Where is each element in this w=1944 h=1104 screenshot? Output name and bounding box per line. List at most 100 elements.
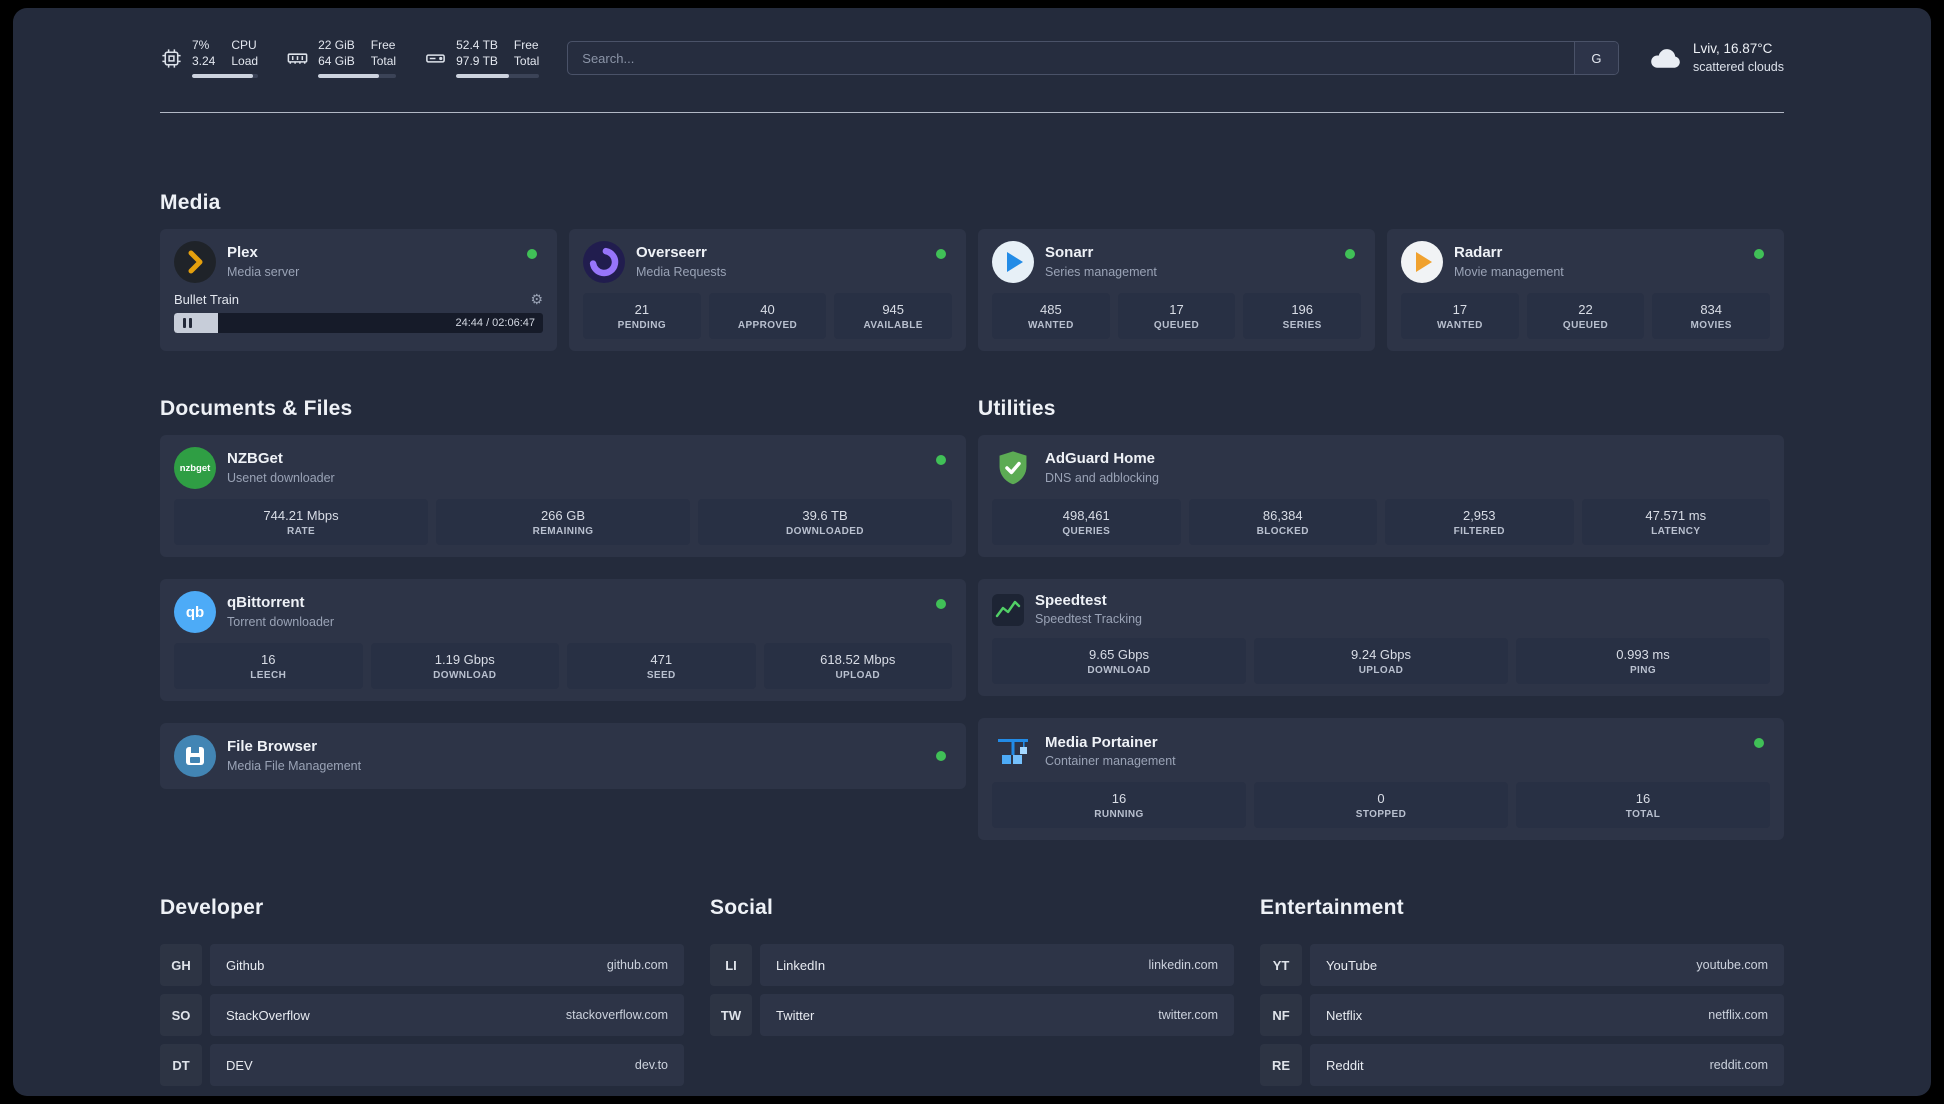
app-card-overseerr[interactable]: Overseerr Media Requests 21 PENDING 40 A… (569, 229, 966, 351)
stat-label: QUERIES (1062, 525, 1111, 537)
bookmark-url: netflix.com (1708, 1008, 1768, 1023)
app-card-filebrowser[interactable]: File Browser Media File Management (160, 723, 966, 789)
app-subtitle: Usenet downloader (227, 470, 335, 485)
weather-widget: Lviv, 16.87°C scattered clouds (1647, 40, 1784, 75)
bookmark-url: dev.to (634, 1058, 668, 1073)
cpu-usage-bar (192, 73, 259, 78)
stat-label: QUEUED (1153, 319, 1200, 331)
section-title-social: Social (710, 896, 774, 920)
stat-tile: 196 SERIES (1243, 293, 1362, 339)
status-online-dot (936, 455, 946, 465)
app-card-sonarr[interactable]: Sonarr Series management 485 WANTED 17 Q… (978, 229, 1375, 351)
bookmark-dev[interactable]: DT DEV dev.to (160, 1044, 684, 1087)
search-bar: G (567, 41, 1619, 75)
stat-label: MOVIES (1690, 319, 1732, 331)
stat-tile: 744.21 Mbps RATE (174, 499, 428, 545)
status-online-dot (936, 249, 946, 259)
stat-tile: 16 TOTAL (1516, 782, 1770, 829)
bookmark-linkedin[interactable]: LI LinkedIn linkedin.com (710, 944, 1234, 987)
top-bar: 7% 3.24 CPU Load 22 GiB 64 GiB Free Tota… (160, 38, 1784, 78)
app-card-portainer[interactable]: Media Portainer Container management 16 … (978, 718, 1784, 841)
app-subtitle: Movie management (1454, 264, 1564, 279)
sonarr-icon (992, 241, 1034, 283)
pause-icon[interactable] (183, 318, 192, 328)
app-card-plex[interactable]: Plex Media server Bullet Train ⚙ 24:44 /… (160, 229, 557, 351)
stat-label: QUEUED (1562, 319, 1609, 331)
stat-value: 1.19 Gbps (434, 651, 495, 667)
qbittorrent-icon: qb (174, 591, 216, 633)
cpu-percent: 7% (192, 38, 210, 53)
disk-free-value: 52.4 TB (456, 38, 498, 53)
stat-label: PENDING (617, 319, 667, 331)
bookmark-name: Reddit (1326, 1057, 1364, 1073)
app-card-nzbget[interactable]: nzbget NZBGet Usenet downloader 744.21 M… (160, 435, 966, 557)
overseerr-icon (583, 241, 625, 283)
stat-value: 22 (1578, 301, 1593, 317)
stat-tile: 834 MOVIES (1652, 293, 1771, 339)
app-card-adguard[interactable]: AdGuard Home DNS and adblocking 498,461 … (978, 435, 1784, 557)
app-card-qbittorrent[interactable]: qb qBittorrent Torrent downloader 16 LEE… (160, 579, 966, 701)
app-subtitle: Media server (227, 264, 300, 279)
bookmark-github[interactable]: GH Github github.com (160, 944, 684, 987)
stat-value: 498,461 (1062, 507, 1110, 523)
app-title: Overseerr (636, 244, 707, 262)
bookmark-abbr: YT (1260, 944, 1302, 987)
disk-total-value: 97.9 TB (456, 54, 498, 68)
stat-tile: 16 LEECH (174, 643, 363, 689)
stat-value: 945 (882, 301, 905, 317)
section-title-media: Media (160, 191, 221, 214)
stat-value: 17 (1169, 301, 1184, 317)
stat-value: 196 (1291, 301, 1314, 317)
status-online-dot (527, 249, 537, 259)
stat-label: SERIES (1282, 319, 1322, 331)
app-card-radarr[interactable]: Radarr Movie management 17 WANTED 22 QUE… (1387, 229, 1784, 351)
stat-tile: 9.24 Gbps UPLOAD (1254, 638, 1508, 685)
stat-value: 47.571 ms (1645, 507, 1707, 523)
app-subtitle: Media Requests (636, 264, 727, 279)
app-card-speedtest[interactable]: Speedtest Speedtest Tracking 9.65 Gbps D… (978, 579, 1784, 697)
stat-value: 21 (634, 301, 650, 317)
stat-tile: 498,461 QUERIES (992, 499, 1181, 545)
now-playing-title: Bullet Train (174, 292, 240, 307)
stat-tile: 9.65 Gbps DOWNLOAD (992, 638, 1246, 685)
stat-label: BLOCKED (1256, 525, 1309, 537)
stat-label: LEECH (250, 669, 287, 681)
stat-value: 0.993 ms (1616, 646, 1670, 662)
weather-condition: scattered clouds (1692, 59, 1784, 74)
stat-value: 471 (650, 651, 673, 667)
bookmark-name: LinkedIn (776, 957, 826, 973)
stat-tile: 0.993 ms PING (1516, 638, 1770, 685)
app-title: Speedtest (1035, 592, 1107, 609)
weather-location: Lviv, 16.87°C (1692, 41, 1773, 57)
stat-tile: 22 QUEUED (1526, 293, 1645, 339)
stat-tile: 40 APPROVED (708, 293, 827, 339)
bookmark-youtube[interactable]: YT YouTube youtube.com (1260, 944, 1784, 987)
bookmark-abbr: GH (160, 944, 202, 987)
app-title: Media Portainer (1045, 733, 1158, 751)
search-input[interactable] (568, 42, 1574, 74)
portainer-crane-icon (992, 730, 1034, 772)
bookmarks-entertainment: Entertainment YT YouTube youtube.com NF … (1260, 896, 1784, 1087)
search-engine-button[interactable]: G (1573, 42, 1618, 74)
bookmark-url: linkedin.com (1148, 958, 1218, 973)
gear-icon[interactable]: ⚙ (530, 291, 543, 308)
playback-progress-bar[interactable]: 24:44 / 02:06:47 (174, 313, 543, 333)
adguard-shield-icon (992, 447, 1034, 489)
bookmark-stackoverflow[interactable]: SO StackOverflow stackoverflow.com (160, 994, 684, 1037)
memory-free-label: Free (370, 38, 396, 53)
stat-label: WANTED (1027, 319, 1074, 331)
stat-value: 16 (1635, 790, 1651, 806)
bookmark-url: github.com (606, 958, 668, 973)
bookmark-netflix[interactable]: NF Netflix netflix.com (1260, 994, 1784, 1037)
disk-total-label: Total (513, 54, 540, 68)
app-title: Plex (227, 244, 258, 262)
memory-icon (287, 52, 308, 64)
stat-value: 17 (1452, 301, 1468, 317)
bookmark-reddit[interactable]: RE Reddit reddit.com (1260, 1044, 1784, 1087)
memory-usage-bar (318, 73, 397, 78)
section-title-documents: Documents & Files (160, 397, 353, 420)
stat-tile: 39.6 TB DOWNLOADED (698, 499, 952, 545)
bookmark-twitter[interactable]: TW Twitter twitter.com (710, 994, 1234, 1037)
stat-label: SEED (646, 669, 676, 681)
documents-column: Documents & Files nzbget NZBGet Usenet d… (160, 397, 966, 789)
